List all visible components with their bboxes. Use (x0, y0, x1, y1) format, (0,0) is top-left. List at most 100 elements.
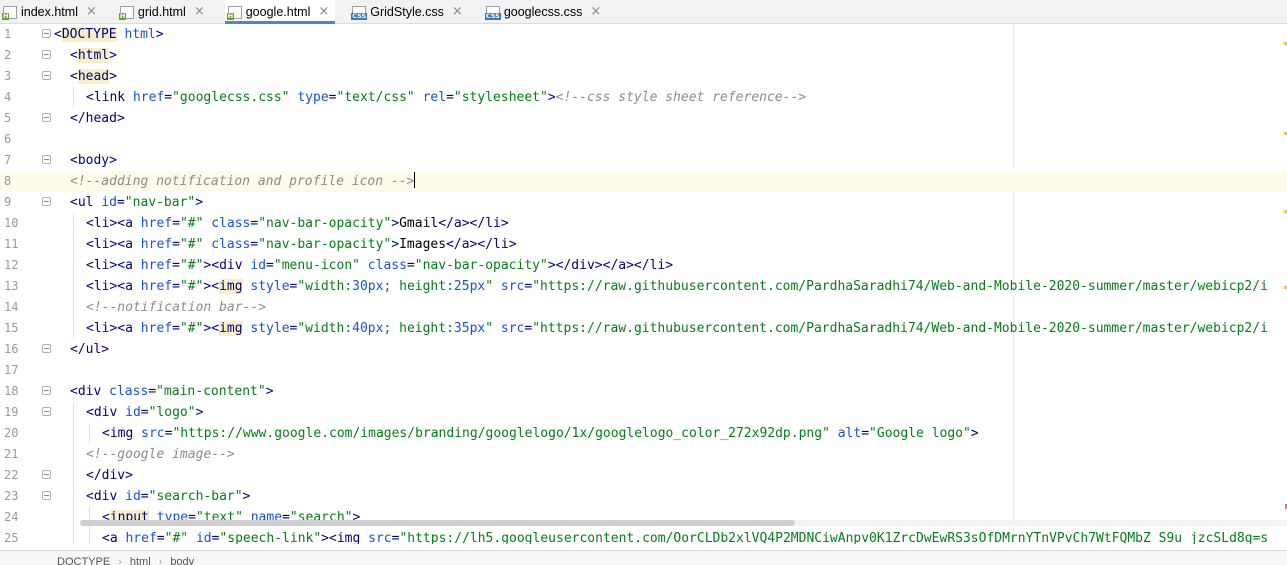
code-token: " (485, 279, 494, 294)
line-number: 7 (4, 153, 12, 167)
code-line[interactable]: 5 </head> (0, 108, 1287, 129)
code-token: id (125, 489, 141, 504)
code-line[interactable]: 10 <li><a href="#" class="nav-bar-opacity… (0, 213, 1287, 234)
fold-toggle-icon[interactable] (42, 407, 51, 416)
code-token: <div (86, 489, 126, 504)
line-number: 24 (4, 510, 19, 524)
code-line[interactable]: 22 </div> (0, 465, 1287, 486)
file-type-badge: H (2, 12, 10, 20)
line-number: 21 (4, 447, 19, 461)
code-line[interactable]: 20 <img src = "https://www.google.com/image… (0, 423, 1287, 444)
fold-toggle-icon[interactable] (42, 491, 51, 500)
code-line[interactable]: 21 <!--google image--> (0, 444, 1287, 465)
code-token: >< (203, 279, 220, 294)
horizontal-scrollbar-thumb[interactable] (80, 520, 795, 526)
close-icon[interactable]: × (86, 4, 97, 19)
code-token: html (124, 27, 156, 42)
code-token: > (109, 69, 117, 84)
code-line[interactable]: 13 <li><a href="#"><img style="width:30px… (0, 276, 1287, 297)
code-line[interactable]: 19 <div id="logo"> (0, 402, 1287, 423)
close-icon[interactable]: × (194, 4, 205, 19)
tab-google-html[interactable]: Hgoogle.html × (224, 0, 336, 24)
code-token: </div> (86, 468, 133, 483)
fold-toggle-icon[interactable] (42, 386, 51, 395)
fold-toggle-icon[interactable] (42, 113, 51, 122)
close-icon[interactable]: × (318, 4, 329, 19)
line-number: 25 (4, 531, 19, 544)
code-token: </a></li> (446, 237, 517, 252)
code-line[interactable]: 25 <a href="#" id="speech-link"><img src=… (0, 528, 1287, 544)
fold-toggle-icon[interactable] (42, 155, 51, 164)
code-token: "#" (179, 237, 204, 252)
fold-toggle-icon[interactable] (42, 470, 51, 479)
code-token: href (132, 90, 165, 105)
code-line[interactable]: 11 <li><a href="#" class="nav-bar-opacity… (0, 234, 1287, 255)
code-token: "logo" (148, 405, 196, 420)
close-icon[interactable]: × (452, 4, 463, 19)
fold-toggle-icon[interactable] (42, 197, 51, 206)
code-line[interactable]: 15 <li><a href="#"><img style="width:40px… (0, 318, 1287, 339)
code-line[interactable]: 2 <html> (0, 45, 1287, 66)
code-line[interactable]: 18 <div class="main-content"> (0, 381, 1287, 402)
code-line[interactable]: 3 <head> (0, 66, 1287, 87)
tab-googlecss-css[interactable]: CSS googlecss.css × (483, 0, 607, 23)
indent-guide (73, 486, 74, 507)
code-token: <a (102, 531, 126, 544)
code-token: <ul (70, 195, 102, 210)
code-text: <img src = "https://www.google.com/images/… (102, 423, 979, 444)
indent-guide (73, 528, 74, 544)
code-token: "width: (297, 279, 353, 294)
tab-gridstyle-css[interactable]: CSS GridStyle.css × (349, 0, 469, 23)
code-line[interactable]: 6 (0, 129, 1287, 150)
code-token: = (172, 321, 180, 336)
code-line[interactable]: 16 </ul> (0, 339, 1287, 360)
code-token: < (70, 48, 78, 63)
code-line[interactable]: 7 <body> (0, 150, 1287, 171)
tab-label: GridStyle.css (370, 4, 444, 19)
code-line[interactable]: 14 <!--notification bar--> (0, 297, 1287, 318)
close-icon[interactable]: × (590, 4, 601, 19)
code-line[interactable]: 8 <!--adding notification and profile ico… (0, 171, 1287, 192)
fold-toggle-icon[interactable] (42, 50, 51, 59)
code-editor[interactable]: 1 <DOCTYPE html> 2 <html> 3 <head> 4 <link href… (0, 24, 1287, 544)
code-token: < (70, 69, 78, 84)
fold-toggle-icon[interactable] (42, 344, 51, 353)
code-text: </div> (86, 465, 133, 486)
code-token: > (970, 426, 979, 441)
code-token: "main-content" (156, 384, 266, 399)
indent-guide (73, 444, 74, 465)
code-line[interactable]: 9 <ul id="nav-bar"> (0, 192, 1287, 213)
line-number: 10 (4, 216, 19, 230)
line-number: 22 (4, 468, 19, 482)
line-number: 2 (4, 48, 12, 62)
code-token: </ul> (70, 342, 110, 357)
indent-guide (73, 507, 74, 528)
line-number: 16 (4, 342, 19, 356)
code-token: href (125, 531, 157, 544)
tab-grid-html[interactable]: Hgrid.html × (117, 0, 211, 23)
code-token: id (101, 195, 117, 210)
code-line[interactable]: 1 <DOCTYPE html> (0, 24, 1287, 45)
code-line[interactable]: 12 <li><a href="#"><div id="menu-icon" cl… (0, 255, 1287, 276)
tab-index-html[interactable]: Hindex.html × (0, 0, 103, 23)
code-text: </ul> (70, 339, 109, 360)
file-type-badge: H (118, 12, 127, 20)
code-token: href (140, 237, 173, 252)
breadcrumb-bar: DOCTYPE › html › body (0, 550, 1287, 565)
indent-guide (73, 465, 74, 486)
indent-guide (73, 255, 74, 276)
code-token: html (77, 48, 110, 63)
fold-toggle-icon[interactable] (42, 29, 51, 38)
fold-toggle-icon[interactable] (42, 71, 51, 80)
code-token: <!--adding notification and profile icon… (70, 174, 415, 189)
code-line[interactable]: 4 <link href="googlecss.css" type="text/c… (0, 87, 1287, 108)
code-line[interactable]: 17 (0, 360, 1287, 381)
line-number: 3 (4, 69, 12, 83)
code-token: "search-bar" (148, 489, 243, 504)
code-token: <li><a (86, 237, 141, 252)
code-token: Gmail (399, 216, 439, 231)
tab-label: googlecss.css (503, 4, 583, 19)
code-line[interactable]: 23 <div id="search-bar"> (0, 486, 1287, 507)
tab-label: index.html (21, 4, 78, 19)
line-number: 12 (4, 258, 19, 272)
